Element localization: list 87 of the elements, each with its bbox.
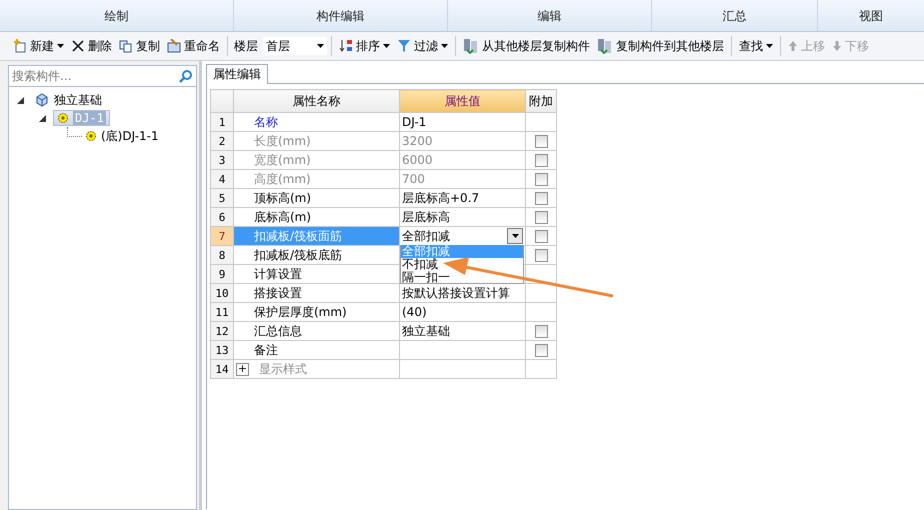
row-number: 7: [210, 226, 234, 246]
property-value: 独立基础: [402, 322, 450, 340]
cube-icon: [34, 93, 50, 107]
gear-icon: [57, 112, 69, 124]
dropdown-button[interactable]: [507, 228, 523, 244]
property-name: 搭接设置: [254, 284, 302, 302]
row-number: 3: [210, 150, 234, 170]
toolbar-button[interactable]: 从其他楼层复制构件: [460, 35, 593, 57]
row-number: 10: [210, 284, 234, 302]
property-value: 全部扣减: [402, 228, 450, 244]
property-value: 6000: [402, 153, 433, 167]
up-arrow-icon: [788, 40, 798, 52]
property-value: 层底标高: [402, 208, 450, 226]
rename-icon: [167, 39, 181, 53]
property-value: 层底标高+0.7: [402, 190, 480, 206]
ribbon-tab[interactable]: 构件编辑: [234, 0, 448, 31]
property-link[interactable]: 名称: [254, 114, 278, 130]
property-name: 扣减板/筏板面筋: [254, 228, 342, 244]
column-header[interactable]: 属性名称: [234, 90, 400, 112]
down-arrow-icon: [832, 40, 842, 52]
property-value: 3200: [402, 134, 433, 148]
collapse-icon[interactable]: [39, 114, 46, 122]
delete-icon: [71, 39, 85, 53]
row-number: 12: [210, 322, 234, 340]
ribbon-tab[interactable]: 汇总: [652, 0, 818, 31]
row-number: 4: [210, 170, 234, 188]
property-value: DJ-1: [402, 115, 426, 129]
property-value: 按默认搭接设置计算: [402, 284, 510, 302]
property-name: 汇总信息: [254, 322, 302, 340]
row-number: 8: [210, 246, 234, 264]
toolbar-button[interactable]: 删除: [68, 35, 115, 57]
floor-label: 楼层: [233, 38, 259, 54]
property-name: 高度(mm): [254, 170, 311, 188]
toolbar-button[interactable]: 新建: [10, 35, 67, 57]
row-number: 14: [210, 360, 234, 378]
checkbox[interactable]: [534, 230, 548, 244]
toolbar-button[interactable]: 过滤: [394, 35, 451, 57]
row-number: 13: [210, 340, 234, 360]
checkbox[interactable]: [534, 325, 548, 338]
ribbon-tab[interactable]: 视图: [818, 0, 924, 31]
tree-item[interactable]: 独立基础: [31, 92, 105, 108]
property-name: 备注: [254, 342, 278, 358]
dropdown-option[interactable]: 不扣减: [401, 258, 523, 271]
toolbar-button[interactable]: 重命名: [164, 35, 223, 57]
sort-icon: [339, 39, 353, 53]
property-value: 700: [402, 172, 425, 186]
checkbox[interactable]: [534, 344, 548, 358]
search-field[interactable]: 搜索构件...: [8, 65, 197, 87]
toolbar-button[interactable]: 查找: [736, 35, 776, 57]
checkbox[interactable]: [534, 249, 548, 262]
property-name: 顶标高(m): [254, 190, 312, 206]
property-name: 宽度(mm): [254, 152, 311, 168]
copy-out-icon: [597, 38, 613, 54]
checkbox[interactable]: [534, 211, 548, 224]
copy-in-icon: [463, 38, 479, 54]
row-number: 11: [210, 302, 234, 322]
collapse-icon[interactable]: [17, 96, 24, 104]
tree-item[interactable]: (底)DJ-1-1: [82, 128, 162, 144]
new-icon: [13, 39, 27, 53]
property-value: (40): [402, 305, 427, 319]
column-header[interactable]: 附加: [526, 90, 556, 112]
filter-icon: [397, 39, 411, 53]
toolbar-button[interactable]: 排序: [336, 35, 393, 57]
ribbon-tab[interactable]: 绘制: [0, 0, 234, 31]
row-number: 6: [210, 208, 234, 226]
property-name: 长度(mm): [254, 132, 311, 150]
property-name: 保护层厚度(mm): [254, 304, 347, 320]
row-number: 2: [210, 132, 234, 150]
editor-tab[interactable]: 属性编辑: [206, 64, 268, 84]
search-icon[interactable]: [179, 69, 193, 83]
caret-icon: [512, 234, 518, 238]
column-header[interactable]: 属性值: [400, 90, 526, 112]
property-name: 扣减板/筏板底筋: [254, 246, 342, 264]
property-name: 计算设置: [254, 266, 302, 282]
caret-icon: [317, 44, 324, 48]
row-number: 1: [210, 112, 234, 132]
gear-icon: [85, 130, 97, 142]
toolbar-button[interactable]: 复制构件到其他楼层: [594, 35, 727, 57]
copy-icon: [119, 39, 133, 53]
ribbon-tab[interactable]: 编辑: [448, 0, 652, 31]
floor-select[interactable]: 首层: [263, 37, 327, 55]
toolbar-button[interactable]: 复制: [116, 35, 163, 57]
row-number: 9: [210, 264, 234, 284]
row-number: 5: [210, 188, 234, 208]
property-name: 底标高(m): [254, 208, 312, 226]
property-name: 显示样式: [259, 360, 307, 378]
checkbox[interactable]: [534, 192, 548, 206]
